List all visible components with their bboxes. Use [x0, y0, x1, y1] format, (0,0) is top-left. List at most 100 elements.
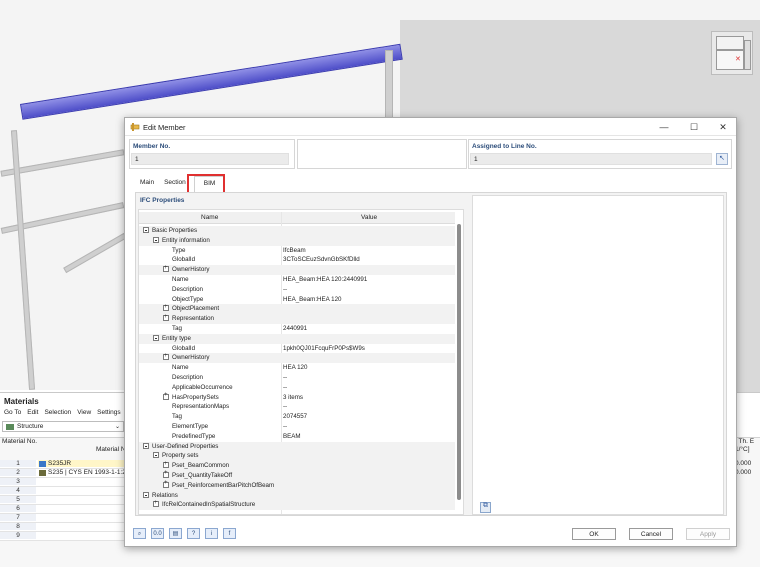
apply-button[interactable]: Apply — [686, 528, 730, 540]
tree-row[interactable]: Basic Properties — [139, 226, 455, 236]
table-row[interactable]: 9 — [0, 532, 128, 541]
ok-button[interactable]: OK — [572, 528, 616, 540]
expand-icon[interactable] — [153, 499, 159, 509]
tree-row-name: Pset_BeamCommon — [163, 460, 229, 471]
tree-row[interactable]: Entity type — [139, 333, 455, 344]
thermal-value: 0.000 — [735, 460, 752, 467]
table-row[interactable]: 5 — [0, 496, 128, 505]
expand-icon[interactable] — [163, 313, 169, 322]
maximize-button[interactable]: ☐ — [687, 122, 701, 133]
expand-icon[interactable] — [163, 352, 169, 362]
tree-row-name: Name — [172, 275, 189, 285]
table-row[interactable]: 1 S235JR — [0, 460, 128, 469]
tree-row[interactable]: Name HEA 120 — [139, 363, 455, 373]
tree-row-value: HEA_Beam:HEA 120 — [283, 295, 342, 303]
menu-selection[interactable]: Selection — [44, 409, 71, 416]
collapse-icon[interactable] — [153, 452, 159, 459]
tree-row-label: GlobalId — [172, 344, 196, 352]
tree-row[interactable]: Relations — [139, 490, 455, 501]
tree-row[interactable]: ElementType -- — [139, 422, 455, 432]
cancel-button[interactable]: Cancel — [629, 528, 673, 540]
collapse-icon[interactable] — [143, 442, 149, 449]
tree-row[interactable]: OwnerHistory — [139, 352, 455, 364]
table-row[interactable]: 8 — [0, 523, 128, 532]
tree-row[interactable]: ObjectPlacement — [139, 303, 455, 315]
tree-scrollbar[interactable] — [457, 224, 461, 500]
tree-row[interactable]: Description -- — [139, 373, 455, 383]
collapse-icon[interactable] — [153, 334, 159, 341]
expand-icon[interactable] — [163, 460, 169, 469]
tree-row[interactable]: PredefinedType BEAM — [139, 432, 455, 442]
tree-row[interactable]: Tag 2074557 — [139, 412, 455, 422]
table-row[interactable]: 2 S235 | CYS EN 1993-1-1:2 — [0, 469, 128, 478]
menu-view[interactable]: View — [77, 409, 91, 416]
tree-row[interactable]: Name HEA_Beam:HEA 120:2440991 — [139, 275, 455, 285]
tree-row[interactable]: Pset_BeamCommon — [139, 460, 455, 471]
search-icon[interactable]: ⌕ — [133, 528, 146, 539]
tree-row[interactable]: GlobalId 3CToSCEuzSdvnGbSKfDlld — [139, 255, 455, 265]
close-button[interactable]: ✕ — [716, 122, 730, 133]
ifc-properties-tree[interactable]: Name Value Basic Properties Entity inform… — [138, 209, 464, 515]
decimal-icon[interactable]: 0.0 — [151, 528, 164, 539]
view-cube-side[interactable] — [744, 40, 751, 70]
tree-row[interactable]: Pset_QuantityTakeOff — [139, 469, 455, 481]
table-row[interactable]: 3 — [0, 478, 128, 487]
table-row[interactable]: 7 — [0, 514, 128, 523]
tree-row[interactable]: Representation — [139, 313, 455, 324]
structure-select-value: Structure — [17, 423, 44, 430]
tree-row[interactable]: ObjectType HEA_Beam:HEA 120 — [139, 295, 455, 305]
table-row[interactable]: 6 — [0, 505, 128, 514]
expand-icon[interactable] — [163, 303, 169, 313]
collapse-icon[interactable] — [143, 491, 149, 498]
member-no-field[interactable]: 1 — [131, 153, 289, 165]
minimize-button[interactable]: — — [657, 122, 671, 132]
menu-settings[interactable]: Settings — [97, 409, 121, 416]
menu-edit[interactable]: Edit — [27, 409, 38, 416]
assigned-line-field[interactable]: 1 — [470, 153, 712, 165]
tree-row-label: Tag — [172, 413, 182, 421]
expand-icon[interactable] — [163, 391, 169, 401]
tree-row-name: OwnerHistory — [163, 352, 209, 363]
info-icon[interactable]: i — [205, 528, 218, 539]
tree-row[interactable]: User-Defined Properties — [139, 441, 455, 452]
tree-row[interactable]: RepresentationMaps -- — [139, 402, 455, 412]
function-icon[interactable]: f — [223, 528, 236, 539]
help-icon[interactable]: ? — [187, 528, 200, 539]
table-row[interactable]: 4 — [0, 487, 128, 496]
tree-row-label: ObjectPlacement — [172, 305, 220, 313]
expand-icon[interactable] — [163, 479, 169, 489]
tree-row-name: PredefinedType — [172, 432, 215, 442]
tree-row-label: Property sets — [162, 452, 199, 460]
tree-row[interactable]: GlobalId 1pkh0QJ01FcquFrP0Ps$W9s — [139, 344, 455, 354]
pick-line-button[interactable]: ↖ — [716, 153, 728, 165]
tree-row[interactable]: Type IfcBeam — [139, 246, 455, 256]
view-cube-top[interactable] — [716, 36, 744, 50]
collapse-icon[interactable] — [143, 227, 149, 233]
preview-settings-button[interactable]: ⧉ — [480, 502, 491, 513]
tab-main[interactable]: Main — [135, 176, 159, 192]
tree-row[interactable]: Tag 2440991 — [139, 324, 455, 334]
tree-row[interactable]: ApplicableOccurrence -- — [139, 383, 455, 393]
tree-row[interactable]: Entity information — [139, 235, 455, 246]
collapse-icon[interactable] — [153, 236, 159, 243]
view-cube[interactable]: ✕ — [711, 31, 753, 75]
menu-go-to[interactable]: Go To — [4, 409, 21, 416]
tree-row-label: User-Defined Properties — [152, 442, 219, 450]
selected-beam[interactable] — [20, 43, 403, 120]
tree-row[interactable]: Description -- — [139, 285, 455, 295]
material-color-swatch — [39, 470, 46, 476]
units-icon[interactable]: ▤ — [169, 528, 182, 539]
tree-row-name: HasPropertySets — [163, 391, 219, 403]
expand-icon[interactable] — [163, 264, 169, 273]
expand-icon[interactable] — [163, 469, 169, 479]
tree-row[interactable]: Property sets — [139, 451, 455, 462]
tree-row[interactable]: Pset_ReinforcementBarPitchOfBeam — [139, 479, 455, 491]
dialog-titlebar[interactable]: Edit Member — ☐ ✕ — [125, 118, 736, 136]
tree-row-name: Description — [172, 373, 203, 383]
tree-row[interactable]: IfcRelContainedInSpatialStructure — [139, 499, 455, 511]
structure-select[interactable]: Structure ⌄ — [2, 421, 124, 432]
tree-row-label: Type — [172, 246, 186, 254]
tree-row[interactable]: OwnerHistory — [139, 264, 455, 275]
tree-row[interactable]: HasPropertySets 3 items — [139, 391, 455, 403]
tree-row-name: Type — [172, 246, 185, 256]
